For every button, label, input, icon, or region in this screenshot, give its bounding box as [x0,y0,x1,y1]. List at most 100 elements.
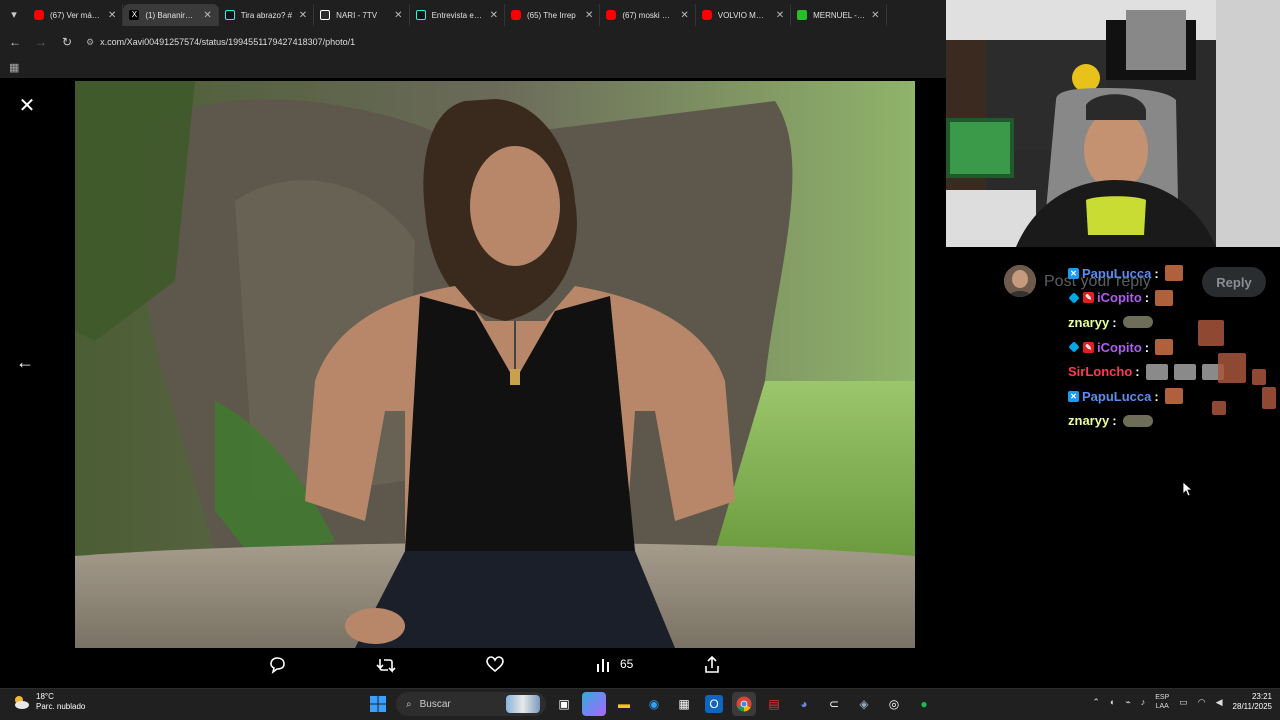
repost-icon [376,659,396,673]
tab-4[interactable]: Entrevista excl ✕ [410,4,505,26]
weather-widget[interactable]: 18°C Parc. nublado [12,692,85,712]
close-tab-icon[interactable]: ✕ [203,10,211,21]
close-tab-icon[interactable]: ✕ [108,10,116,21]
browser-tab-bar: ▾ (67) Ver más ta ✕ X (1) Bananirou C ✕ Tir… [0,0,946,28]
chat-username: PapuLucca [1082,265,1152,281]
close-tab-icon[interactable]: ✕ [585,10,593,21]
apps-grid-icon[interactable]: ▦ [9,61,19,74]
previous-arrow-icon[interactable]: ← [16,352,34,373]
emote-icon [1155,339,1174,356]
close-tab-icon[interactable]: ✕ [299,10,307,21]
tweet-photo[interactable] [75,81,915,648]
tab-label: NARI - 7TV [336,10,378,20]
search-placeholder: Buscar [419,698,451,710]
file-explorer-icon[interactable]: ▬ [612,692,636,716]
clock[interactable]: 23:21 28/11/2025 [1233,692,1272,712]
webcam-feed [946,0,1280,247]
views-action[interactable]: 65 [596,656,633,672]
tray-network-icon[interactable]: ⌁ [1125,697,1130,708]
close-tab-icon[interactable]: ✕ [490,10,498,21]
tab-5[interactable]: (65) The Irrep ✕ [505,4,601,26]
microphone-icon[interactable]: ♪ [1141,697,1146,707]
views-chart-icon [597,659,609,672]
display-icon[interactable]: ▭ [1179,697,1188,708]
close-tab-icon[interactable]: ✕ [394,10,402,21]
like-action[interactable] [486,656,504,674]
url-field[interactable]: ⚙ x.com/Xavi00491257574/status/199455117… [86,31,946,53]
close-tab-icon[interactable]: ✕ [680,10,688,21]
discord-icon[interactable]: ◕ [792,692,816,716]
tiktok-icon [415,10,426,20]
forward-icon[interactable]: → [34,35,48,49]
edge-icon[interactable]: ◉ [642,692,666,716]
copilot-icon[interactable] [582,692,606,716]
volume-icon[interactable]: ◀ [1216,697,1223,708]
search-icon: ⌕ [406,698,412,710]
reply-icon [270,657,285,674]
chat-separator: : [1144,339,1150,355]
steam-icon[interactable]: ◈ [852,692,876,716]
store-icon[interactable]: ▦ [672,692,696,716]
chat-message: ✕ PapuLucca: [1068,384,1278,409]
twitter-badge-icon: ✕ [1068,390,1079,402]
reply-action[interactable] [268,656,286,674]
start-windows-icon[interactable] [366,692,390,716]
site-info-icon[interactable]: ⚙ [86,37,94,48]
tab-8[interactable]: MERNUEL - W ✕ [791,4,887,26]
tab-2[interactable]: Tira abrazo? # ✕ [219,4,315,26]
language-indicator[interactable]: ESP LAA [1155,693,1169,711]
taskbar-search[interactable]: ⌕ Buscar [396,692,546,716]
views-count: 65 [620,657,634,671]
chat-separator: : [1144,290,1150,306]
reload-icon[interactable]: ↻ [60,35,74,49]
emote-icon [1122,414,1153,427]
chrome-icon[interactable] [732,692,756,716]
share-action[interactable] [704,656,720,674]
tab-0[interactable]: (67) Ver más ta ✕ [28,4,124,26]
spotify-icon[interactable]: ● [912,692,936,716]
chat-message: znaryy: [1068,409,1278,434]
tab-search-chevron-icon[interactable]: ▾ [0,0,28,28]
chat-username: SirLoncho [1068,364,1133,380]
youtube-icon [510,10,521,20]
back-icon[interactable]: ← [8,35,22,49]
tab-3[interactable]: NARI - 7TV ✕ [314,4,410,26]
tab-label: (67) Ver más ta [50,10,102,20]
bookmarks-bar: ▦ [0,56,946,78]
chat-username: znaryy [1068,413,1110,429]
tab-label: (1) Bananirou C [145,10,198,20]
app-c-icon[interactable]: ⊂ [822,692,846,716]
7tv-icon [320,10,331,20]
tab-label: (67) moski es g [622,10,675,20]
emote-icon [1145,363,1168,380]
repost-action[interactable] [376,656,396,674]
weather-desc: Parc. nublado [36,702,86,711]
app-red-icon[interactable]: ▤ [762,692,786,716]
pencil-badge-icon: ✎ [1083,341,1094,353]
tray-app-icon[interactable]: ◐ [1110,697,1115,707]
youtube-icon [606,10,617,20]
windows-taskbar: 18°C Parc. nublado ⌕ Buscar ▣ ▬ ◉ ▦ O ▤ [0,688,1280,720]
close-tab-icon[interactable]: ✕ [776,10,784,21]
tab-label: MERNUEL - W [813,10,866,20]
tray-chevron-up-icon[interactable]: ⌃ [1092,697,1100,708]
taskbar-apps: ⌕ Buscar ▣ ▬ ◉ ▦ O ▤ ◕ ⊂ ◈ ◎ ● [366,692,936,716]
tab-1[interactable]: X (1) Bananirou C ✕ [123,4,219,26]
task-view-icon[interactable]: ▣ [552,692,576,716]
chat-username: PapuLucca [1082,388,1152,404]
outlook-icon[interactable]: O [705,695,723,713]
chat-message: ✎ iCopito: [1068,335,1278,360]
tiktok-icon [224,10,235,20]
close-tab-icon[interactable]: ✕ [871,10,879,21]
tab-7[interactable]: VOLVIO MOSK ✕ [696,4,792,26]
chat-overlay: Post your reply Reply ✕ PapuLucca: ✎ iCo… [990,247,1280,688]
heart-icon [486,656,504,673]
obs-icon[interactable]: ◎ [882,692,906,716]
clock-time: 23:21 [1251,692,1272,701]
wifi-icon[interactable]: ◠ [1198,697,1206,708]
tab-6[interactable]: (67) moski es g ✕ [600,4,696,26]
mouse-cursor-icon [1183,482,1193,496]
twitter-badge-icon: ✕ [1068,267,1079,279]
close-icon[interactable]: ✕ [16,96,38,118]
language-line2: LAA [1155,703,1169,710]
